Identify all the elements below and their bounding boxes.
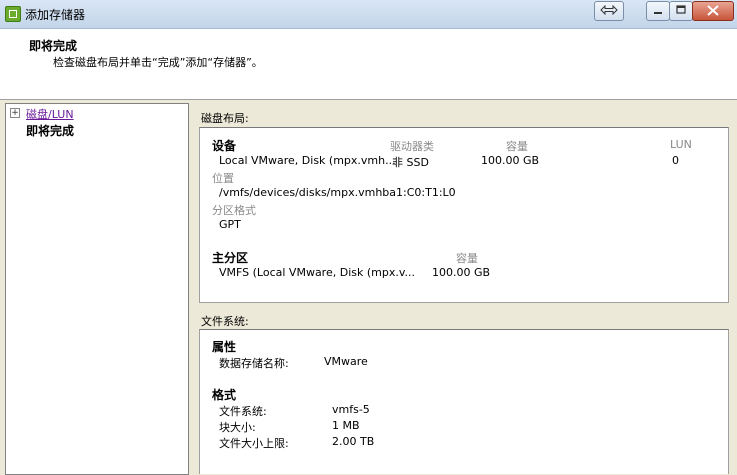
location-value: /vmfs/devices/disks/mpx.vmhba1:C0:T1:L0 xyxy=(219,186,456,199)
device-header: 设备 xyxy=(212,139,237,153)
maximize-button[interactable] xyxy=(669,1,693,21)
max-file-size-value: 2.00 TB xyxy=(332,435,375,448)
restore-icon xyxy=(600,4,618,16)
title-bar[interactable]: 添加存储器 xyxy=(0,0,737,29)
disk-layout-panel: 设备 驱动器类 容量 LUN Local VMware, Disk (mpx.v… xyxy=(199,127,729,303)
app-icon xyxy=(5,6,21,22)
disk-layout-label: 磁盘布局: xyxy=(201,112,249,125)
file-system-label: 文件系统: xyxy=(201,315,249,328)
wizard-steps: + 磁盘/LUN 即将完成 xyxy=(5,103,189,475)
primary-capacity-value: 100.00 GB xyxy=(432,266,491,279)
partition-format-label: 分区格式 xyxy=(212,204,256,217)
device-value: Local VMware, Disk (mpx.vmh... xyxy=(219,154,396,167)
minimize-icon xyxy=(654,12,662,14)
restore-button[interactable] xyxy=(594,1,624,21)
window-title: 添加存储器 xyxy=(25,8,86,22)
fs-type-value: vmfs-5 xyxy=(332,403,370,416)
capacity-value: 100.00 GB xyxy=(481,154,540,167)
minimize-button[interactable] xyxy=(646,1,670,21)
format-header: 格式 xyxy=(212,388,237,402)
page-description: 检查磁盘布局并单击“完成”添加“存储器”。 xyxy=(53,56,263,69)
partition-format-value: GPT xyxy=(219,218,241,231)
wizard-header: 即将完成 检查磁盘布局并单击“完成”添加“存储器”。 xyxy=(0,29,737,100)
step-link-disk-lun[interactable]: 磁盘/LUN xyxy=(26,106,74,122)
location-label: 位置 xyxy=(212,172,234,185)
close-icon xyxy=(707,5,719,16)
lun-value: 0 xyxy=(672,154,679,167)
datastore-name-value: VMware xyxy=(324,355,368,368)
max-file-size-label: 文件大小上限: xyxy=(219,437,289,450)
drive-type-value: 非 SSD xyxy=(392,156,429,169)
primary-capacity-header: 容量 xyxy=(456,252,478,265)
expand-icon[interactable]: + xyxy=(10,108,20,118)
block-size-label: 块大小: xyxy=(219,421,256,434)
maximize-icon xyxy=(676,5,686,14)
fs-type-label: 文件系统: xyxy=(219,405,267,418)
primary-partition-header: 主分区 xyxy=(212,251,249,265)
capacity-header: 容量 xyxy=(506,140,528,153)
step-current: 即将完成 xyxy=(26,124,75,138)
properties-header: 属性 xyxy=(212,340,237,354)
file-system-panel: 属性 数据存储名称: VMware 格式 文件系统: vmfs-5 块大小: 1… xyxy=(199,329,729,474)
block-size-value: 1 MB xyxy=(332,419,360,432)
primary-partition-value: VMFS (Local VMware, Disk (mpx.v... xyxy=(219,266,415,279)
datastore-name-label: 数据存储名称: xyxy=(219,357,289,370)
page-title: 即将完成 xyxy=(29,39,78,53)
lun-header: LUN xyxy=(670,138,692,151)
drive-type-header: 驱动器类 xyxy=(390,140,434,153)
close-button[interactable] xyxy=(692,1,734,21)
